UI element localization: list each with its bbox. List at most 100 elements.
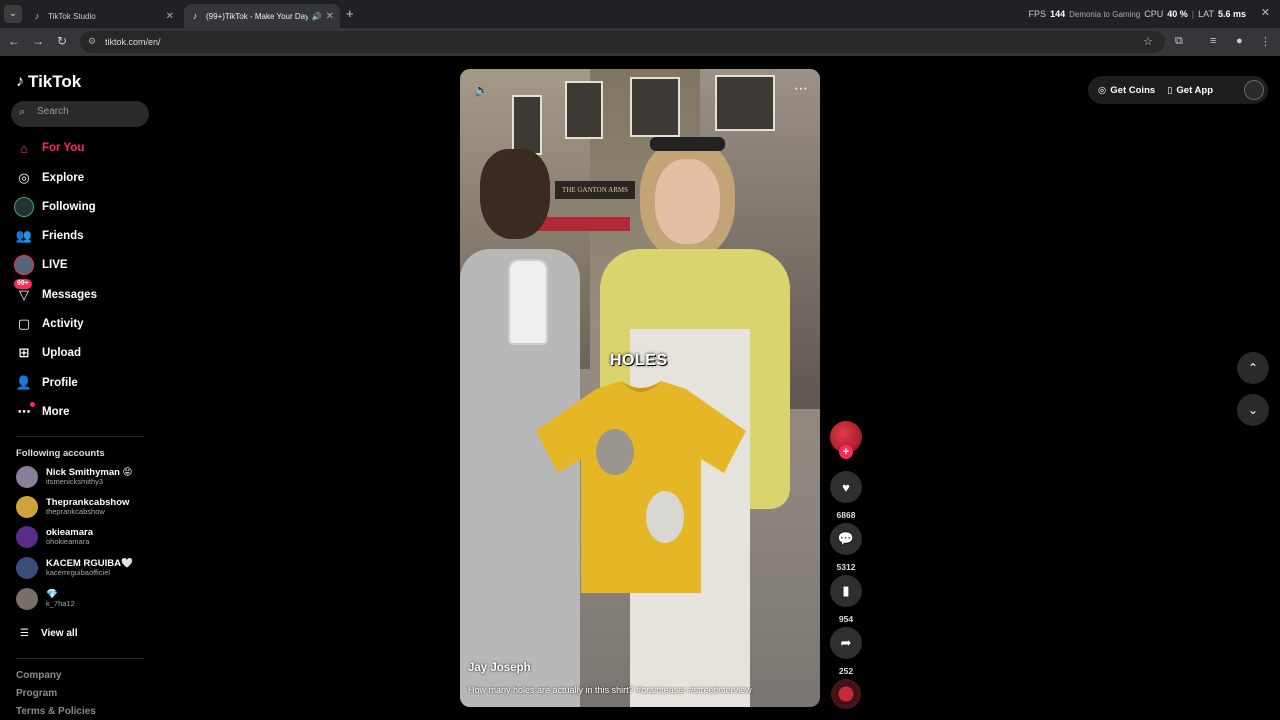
tab-search-button[interactable]: ⌄ bbox=[4, 5, 22, 23]
account-handle: theprankcabshow bbox=[46, 507, 105, 517]
messages-badge: 99+ bbox=[14, 279, 32, 289]
friends-icon: 👥 bbox=[15, 228, 33, 243]
url-text: tiktok.com/en/ bbox=[105, 37, 161, 47]
comment-action[interactable]: 💬 5312 bbox=[830, 523, 862, 572]
like-action[interactable]: ♥ 6868 bbox=[830, 471, 862, 520]
nav-live[interactable]: LIVE bbox=[14, 253, 68, 277]
browser-menu-icon[interactable]: ⋮ bbox=[1260, 35, 1271, 48]
spatula-microphone bbox=[508, 259, 548, 345]
account-item[interactable]: KACEM RGUIBA🤍 kacemrguibaofficiel bbox=[16, 556, 156, 580]
profile-avatar-icon[interactable]: ● bbox=[1236, 35, 1243, 47]
follow-plus-icon[interactable]: + bbox=[839, 445, 853, 459]
chevron-down-icon: ⌄ bbox=[1247, 403, 1259, 417]
avatar bbox=[16, 526, 38, 548]
compass-icon: ◎ bbox=[18, 170, 30, 185]
account-handle: itsmenicksmithy3 bbox=[46, 477, 104, 487]
window-close-icon[interactable]: ✕ bbox=[1261, 6, 1270, 19]
nav-label: Friends bbox=[42, 230, 84, 242]
lat-label: LAT bbox=[1198, 9, 1214, 19]
tiktok-logo[interactable]: ♪ TikTok bbox=[16, 72, 81, 92]
video-author[interactable]: Jay Joseph bbox=[468, 662, 531, 674]
nav-for-you[interactable]: ⌂ For You bbox=[14, 136, 84, 160]
following-accounts-title: Following accounts bbox=[16, 448, 105, 459]
account-item[interactable]: Nick Smithyman 😝 itsmenicksmithy3 bbox=[16, 465, 156, 489]
account-item[interactable]: Theprankcabshow theprankcabshow bbox=[16, 495, 156, 519]
cpu-value: 40 % bbox=[1167, 9, 1188, 19]
extensions-icon[interactable]: ⧉ bbox=[1175, 35, 1183, 48]
nav-label: Upload bbox=[42, 347, 81, 359]
nav-label: For You bbox=[42, 142, 85, 154]
nav-profile[interactable]: 👤 Profile bbox=[14, 371, 78, 395]
bookmark-icon[interactable]: ▮ bbox=[830, 575, 862, 607]
notification-dot bbox=[30, 402, 35, 407]
nav-more[interactable]: ⋯ More bbox=[14, 400, 69, 424]
nav-upload[interactable]: ⊞ Upload bbox=[14, 341, 81, 365]
volume-icon[interactable]: 🔈 bbox=[474, 83, 489, 97]
get-coins-button[interactable]: ◎ Get Coins bbox=[1098, 85, 1155, 96]
nav-label: LIVE bbox=[42, 259, 68, 271]
save-action[interactable]: ▮ 954 bbox=[830, 575, 862, 624]
next-video-button[interactable]: ⌄ bbox=[1237, 394, 1269, 426]
close-tab-icon[interactable]: ✕ bbox=[166, 11, 174, 22]
fps-value: 144 bbox=[1050, 9, 1066, 19]
share-arrow-icon[interactable]: ➦ bbox=[830, 627, 862, 659]
tshirt-holes bbox=[536, 381, 746, 601]
user-avatar[interactable] bbox=[1244, 80, 1264, 100]
footer-company-link[interactable]: Company bbox=[16, 670, 62, 681]
browser-tab-bar: ⌄ ♪ TikTok Studio ✕ ♪ (99+)TikTok - Make… bbox=[0, 0, 1280, 28]
search-box[interactable]: ⌕ bbox=[11, 101, 149, 127]
back-arrow-icon[interactable]: ← bbox=[6, 34, 22, 48]
divider bbox=[16, 658, 144, 659]
phone-icon: ▯ bbox=[1167, 84, 1173, 96]
footer-terms-link[interactable]: Terms & Policies bbox=[16, 706, 96, 717]
man-head bbox=[480, 149, 550, 239]
audio-playing-icon[interactable]: 🔊 bbox=[312, 12, 322, 21]
view-all-link[interactable]: ☰ View all bbox=[20, 628, 77, 639]
video-more-icon[interactable]: ⋯ bbox=[794, 80, 808, 97]
new-tab-button[interactable]: + bbox=[346, 6, 354, 21]
tiktok-favicon-icon: ♪ bbox=[34, 11, 40, 21]
reading-list-icon[interactable]: ≡ bbox=[1210, 35, 1216, 47]
music-disc-icon[interactable] bbox=[831, 679, 861, 709]
search-input[interactable] bbox=[37, 106, 142, 117]
tab-title: TikTok Studio bbox=[48, 11, 96, 21]
heart-icon[interactable]: ♥ bbox=[830, 471, 862, 503]
reload-icon[interactable]: ↻ bbox=[54, 34, 70, 48]
video-player[interactable]: THE GANTON ARMS HOLES 🔈 ⋯ Jay Joseph How… bbox=[460, 69, 820, 707]
get-app-button[interactable]: ▯ Get App bbox=[1167, 85, 1213, 96]
close-tab-icon[interactable]: ✕ bbox=[326, 11, 334, 22]
nav-label: Following bbox=[42, 201, 96, 213]
activity-icon: ▢ bbox=[17, 316, 31, 331]
nav-following[interactable]: Following bbox=[14, 195, 96, 219]
account-item[interactable]: okieamara ohokieamara bbox=[16, 525, 156, 549]
get-app-label: Get App bbox=[1176, 84, 1213, 96]
previous-video-button[interactable]: ⌃ bbox=[1237, 352, 1269, 384]
tab-tiktok-feed[interactable]: ♪ (99+)TikTok - Make Your Day 🔊 ✕ bbox=[184, 4, 340, 28]
account-item[interactable]: 💎 k_7ha12 bbox=[16, 587, 156, 611]
tab-tiktok-studio[interactable]: ♪ TikTok Studio ✕ bbox=[26, 4, 180, 28]
divider bbox=[16, 436, 144, 437]
nav-activity[interactable]: ▢ Activity bbox=[14, 312, 84, 336]
share-count: 252 bbox=[838, 666, 854, 676]
save-count: 954 bbox=[838, 614, 854, 624]
woman-face bbox=[655, 159, 720, 244]
comment-icon[interactable]: 💬 bbox=[830, 523, 862, 555]
account-handle: kacemrguibaofficiel bbox=[46, 568, 111, 578]
forward-arrow-icon[interactable]: → bbox=[30, 34, 46, 48]
url-field[interactable]: ⚙ tiktok.com/en/ ☆ bbox=[80, 31, 1165, 53]
avatar bbox=[16, 466, 38, 488]
footer-program-link[interactable]: Program bbox=[16, 688, 57, 699]
live-icon bbox=[14, 255, 34, 275]
browser-address-bar: ← → ↻ ⚙ tiktok.com/en/ ☆ ⧉ ≡ ● ⋮ bbox=[0, 28, 1280, 56]
nav-explore[interactable]: ◎ Explore bbox=[14, 166, 84, 190]
share-action[interactable]: ➦ 252 bbox=[830, 627, 862, 676]
site-info-icon[interactable]: ⚙ bbox=[88, 36, 96, 47]
bookmark-star-icon[interactable]: ☆ bbox=[1143, 35, 1153, 48]
building-window bbox=[715, 75, 775, 131]
shirt-hole bbox=[596, 429, 634, 475]
nav-messages[interactable]: ▽ 99+ Messages bbox=[14, 279, 97, 307]
shirt-hole bbox=[646, 491, 684, 543]
avatar bbox=[16, 557, 38, 579]
following-avatar-icon bbox=[14, 197, 34, 217]
nav-friends[interactable]: 👥 Friends bbox=[14, 224, 84, 248]
